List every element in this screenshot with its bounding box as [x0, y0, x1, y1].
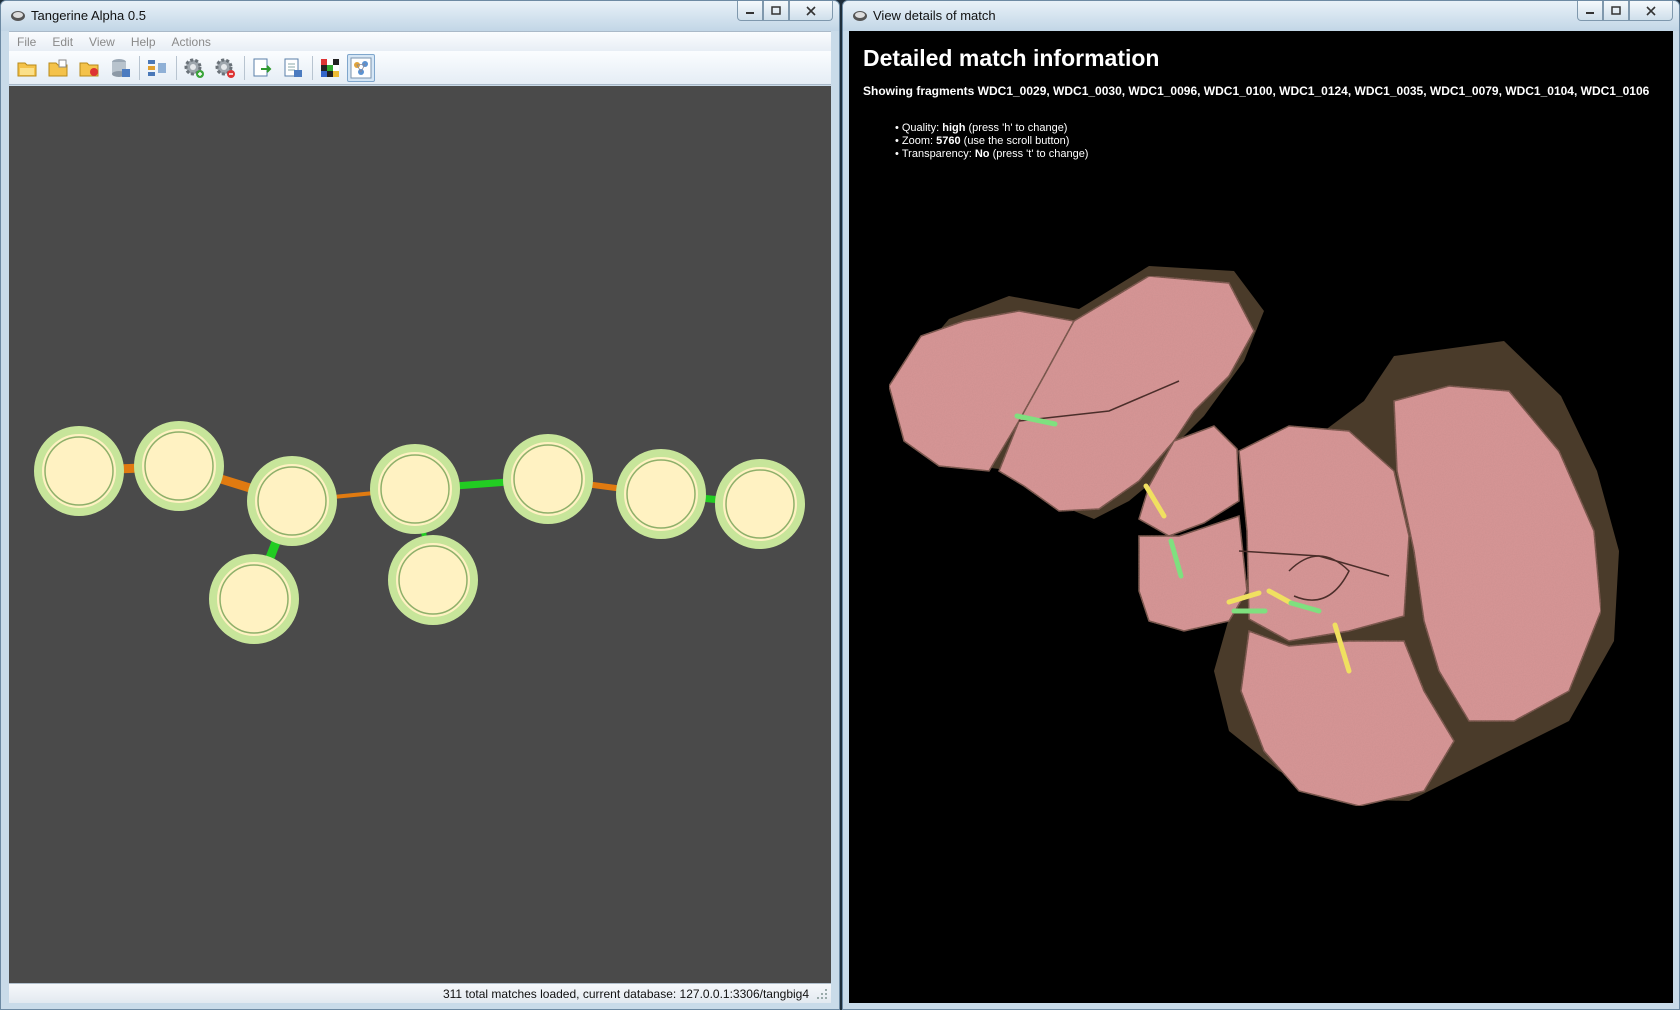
toolbar-separator [312, 55, 313, 80]
palette-icon [321, 58, 339, 77]
close-button[interactable] [789, 1, 833, 21]
toolbar [9, 51, 831, 85]
open-button-2[interactable] [44, 54, 72, 82]
quality-setting: Quality: high (press 'h' to change) [895, 122, 1088, 135]
status-bar: 311 total matches loaded, current databa… [9, 983, 831, 1003]
maximize-icon [771, 5, 781, 15]
graph-node[interactable] [715, 459, 805, 549]
quality-value: high [942, 122, 966, 134]
palette-button[interactable] [316, 54, 344, 82]
maximize-icon [1611, 5, 1621, 15]
match-graph[interactable] [9, 86, 833, 983]
match-graph-canvas[interactable] [9, 86, 831, 983]
status-text: 311 total matches loaded, current databa… [442, 986, 809, 1001]
zoom-setting: Zoom: 5760 (use the scroll button) [895, 135, 1088, 148]
graph-node[interactable] [247, 456, 337, 546]
export-icon [253, 58, 272, 76]
menu-actions[interactable]: Actions [164, 35, 219, 49]
graph-node[interactable] [388, 535, 478, 625]
maximize-button[interactable] [1603, 1, 1629, 21]
close-button[interactable] [1629, 1, 1673, 21]
app-icon [11, 11, 25, 21]
app-icon [853, 11, 867, 21]
window-title: Tangerine Alpha 0.5 [31, 8, 146, 23]
open-button-3[interactable] [75, 54, 103, 82]
minimize-icon [746, 11, 754, 14]
transparency-value: No [974, 148, 990, 160]
toolbar-separator [244, 55, 245, 80]
open-folder-icon [48, 59, 68, 76]
match-details-window: View details of match Detailed match inf… [842, 0, 1680, 1010]
fragment-0100[interactable] [1138, 514, 1248, 632]
graph-view-icon [350, 57, 372, 78]
close-icon [806, 5, 816, 16]
graph-nodes [34, 421, 805, 644]
zoom-value: 5760 [936, 135, 961, 147]
graph-node[interactable] [134, 421, 224, 511]
resize-grip-icon[interactable] [816, 988, 828, 1000]
database-icon [112, 58, 130, 77]
graph-view-button[interactable] [347, 53, 375, 82]
remove-gear-icon [215, 58, 235, 78]
menu-help[interactable]: Help [123, 35, 164, 49]
minimize-button[interactable] [737, 1, 763, 21]
close-icon [1646, 5, 1656, 16]
layout-button[interactable] [143, 54, 171, 82]
minimize-icon [1586, 11, 1594, 14]
graph-node[interactable] [209, 554, 299, 644]
export-button[interactable] [248, 54, 276, 82]
layout-icon [148, 59, 166, 76]
window-title: View details of match [873, 8, 996, 23]
open-button-1[interactable] [13, 54, 41, 82]
open-folder-icon [17, 62, 37, 76]
document-icon [284, 58, 302, 77]
3d-fragment-viewer[interactable]: Detailed match information Showing fragm… [849, 31, 1673, 1003]
minimize-button[interactable] [1577, 1, 1603, 21]
toolbar-separator [139, 55, 140, 80]
fragment-render[interactable] [849, 31, 1673, 1003]
tangerine-main-window: Tangerine Alpha 0.5 File Edit View Help … [0, 0, 840, 1010]
menu-file[interactable]: File [9, 35, 44, 49]
graph-node[interactable] [503, 434, 593, 524]
maximize-button[interactable] [763, 1, 789, 21]
document-button[interactable] [279, 54, 307, 82]
menu-edit[interactable]: Edit [44, 35, 81, 49]
fragments-label: Showing fragments WDC1_0029, WDC1_0030, … [863, 84, 1650, 98]
render-settings-list: Quality: high (press 'h' to change) Zoom… [895, 122, 1089, 161]
open-folder-icon [79, 62, 99, 76]
database-button[interactable] [106, 54, 134, 82]
graph-node[interactable] [616, 449, 706, 539]
title-bar[interactable]: Tangerine Alpha 0.5 [1, 1, 839, 31]
add-gear-icon [184, 58, 204, 78]
toolbar-separator [176, 55, 177, 80]
graph-node[interactable] [34, 426, 124, 516]
remove-gear-button[interactable] [211, 54, 239, 82]
menu-view[interactable]: View [81, 35, 123, 49]
menu-bar: File Edit View Help Actions [9, 31, 831, 51]
transparency-setting: Transparency: No (press 't' to change) [895, 148, 1089, 161]
graph-node[interactable] [370, 444, 460, 534]
details-heading: Detailed match information [863, 45, 1160, 71]
add-gear-button[interactable] [180, 54, 208, 82]
title-bar[interactable]: View details of match [843, 1, 1679, 31]
